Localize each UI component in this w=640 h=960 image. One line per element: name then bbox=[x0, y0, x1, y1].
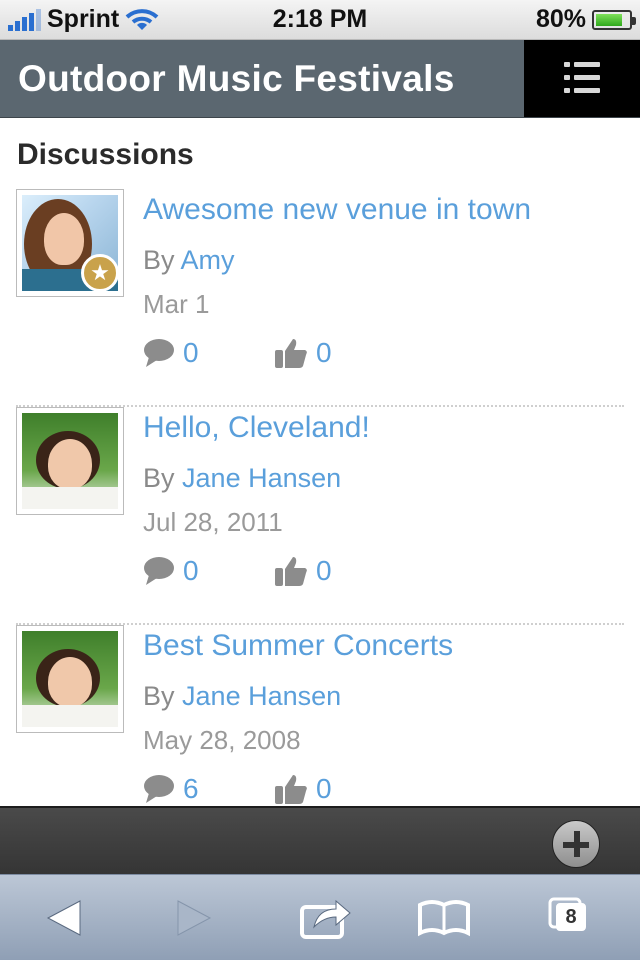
comments-count: 0 bbox=[183, 555, 199, 586]
comments-count: 6 bbox=[183, 773, 199, 804]
thumbs-up-icon bbox=[275, 339, 307, 368]
by-label: By bbox=[143, 681, 175, 711]
comments-count: 0 bbox=[183, 337, 199, 368]
section-title: Discussions bbox=[17, 138, 194, 171]
browser-nav-bar: 8 bbox=[0, 874, 640, 960]
by-label: By bbox=[143, 245, 175, 275]
discussion-title[interactable]: Best Summer Concerts bbox=[143, 629, 453, 663]
forward-button[interactable] bbox=[162, 893, 222, 943]
author-link[interactable]: Amy bbox=[181, 245, 235, 275]
likes-stat[interactable]: 0 bbox=[274, 773, 332, 805]
discussion-author: By Amy bbox=[143, 245, 235, 276]
battery-icon bbox=[592, 9, 636, 30]
thumbs-up-icon bbox=[275, 557, 307, 586]
bookmarks-button[interactable] bbox=[414, 893, 474, 943]
avatar-image-jane bbox=[22, 631, 118, 727]
discussion-stats: 0 0 bbox=[143, 337, 443, 373]
comment-icon bbox=[144, 775, 174, 803]
discussion-item[interactable]: Best Summer Concerts By Jane Hansen May … bbox=[16, 625, 624, 806]
avatar[interactable] bbox=[16, 407, 124, 515]
thumbs-up-icon bbox=[275, 775, 307, 804]
avatar[interactable] bbox=[16, 625, 124, 733]
likes-count: 0 bbox=[316, 773, 332, 804]
author-link[interactable]: Jane Hansen bbox=[182, 681, 341, 711]
likes-stat[interactable]: 0 bbox=[274, 555, 332, 587]
back-arrow-icon bbox=[46, 900, 81, 936]
discussion-item[interactable]: ★ Awesome new venue in town By Amy Mar 1… bbox=[16, 189, 624, 407]
discussion-author: By Jane Hansen bbox=[143, 681, 341, 712]
app-header: Outdoor Music Festivals bbox=[0, 40, 640, 118]
status-bar: Sprint 2:18 PM 80% bbox=[0, 0, 640, 40]
by-label: By bbox=[143, 463, 175, 493]
discussion-title[interactable]: Hello, Cleveland! bbox=[143, 411, 370, 445]
tab-count-badge: 8 bbox=[556, 903, 586, 931]
tabs-button[interactable]: 8 bbox=[544, 893, 604, 943]
author-link[interactable]: Jane Hansen bbox=[182, 463, 341, 493]
star-badge-icon: ★ bbox=[81, 254, 119, 292]
discussion-title[interactable]: Awesome new venue in town bbox=[143, 193, 531, 227]
likes-stat[interactable]: 0 bbox=[274, 337, 332, 369]
comments-stat[interactable]: 6 bbox=[143, 773, 199, 805]
comments-stat[interactable]: 0 bbox=[143, 337, 199, 369]
discussion-date: May 28, 2008 bbox=[143, 725, 301, 755]
battery-group: 80% bbox=[535, 5, 636, 34]
comment-icon bbox=[144, 339, 174, 367]
menu-button[interactable] bbox=[524, 40, 640, 117]
forward-arrow-icon bbox=[177, 900, 212, 936]
back-button[interactable] bbox=[36, 893, 96, 943]
likes-count: 0 bbox=[316, 555, 332, 586]
likes-count: 0 bbox=[316, 337, 332, 368]
discussions-list: Discussions ★ Awesome new venue in town … bbox=[0, 118, 640, 806]
avatar[interactable]: ★ bbox=[16, 189, 124, 297]
add-discussion-button[interactable] bbox=[552, 820, 600, 868]
avatar-image-jane bbox=[22, 413, 118, 509]
discussion-item[interactable]: Hello, Cleveland! By Jane Hansen Jul 28,… bbox=[16, 407, 624, 625]
page-title: Outdoor Music Festivals bbox=[18, 58, 455, 99]
bookmarks-book-icon bbox=[418, 900, 470, 937]
discussion-stats: 0 0 bbox=[143, 555, 443, 591]
comments-stat[interactable]: 0 bbox=[143, 555, 199, 587]
app-toolbar bbox=[0, 806, 640, 874]
discussion-author: By Jane Hansen bbox=[143, 463, 341, 494]
share-button[interactable] bbox=[296, 893, 356, 943]
share-icon bbox=[300, 899, 351, 939]
discussion-date: Jul 28, 2011 bbox=[143, 507, 283, 537]
discussion-stats: 6 0 bbox=[143, 773, 443, 806]
battery-percent: 80% bbox=[535, 5, 586, 33]
comment-icon bbox=[144, 557, 174, 585]
discussion-date: Mar 1 bbox=[143, 289, 210, 319]
